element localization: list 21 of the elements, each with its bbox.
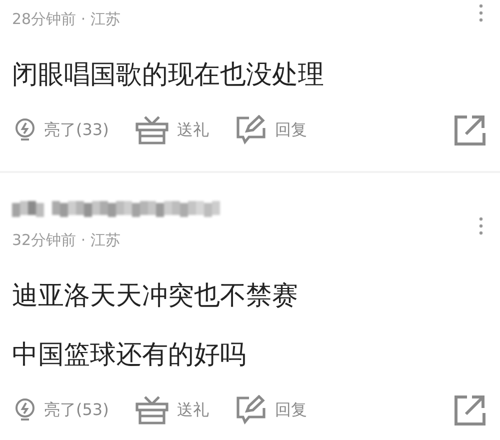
comment-meta: 32分钟前 · 江苏 [12,231,122,250]
lightbulb-icon [14,398,36,422]
more-icon[interactable] [479,217,483,235]
gift-icon [134,395,169,425]
gift-icon [134,115,169,145]
more-icon[interactable] [479,4,483,22]
reply-button[interactable]: 回复 [234,395,307,425]
lightbulb-icon [14,118,36,142]
reply-button[interactable]: 回复 [234,115,307,145]
comment-text: 迪亚洛天天冲突也不禁赛 [12,280,299,313]
comment-text: 闭眼唱国歌的现在也没处理 [12,59,325,92]
comment-text: 中国篮球还有的好吗 [12,339,247,372]
share-icon[interactable] [454,114,486,146]
comment-meta: 28分钟前 · 江苏 [12,10,120,29]
share-icon[interactable] [454,394,486,426]
like-button[interactable]: 亮了(53) [14,398,109,422]
gift-button[interactable]: 送礼 [134,115,209,145]
gift-button[interactable]: 送礼 [134,395,209,425]
edit-comment-icon [234,115,267,145]
like-button[interactable]: 亮了(33) [14,118,109,142]
edit-comment-icon [234,395,267,425]
